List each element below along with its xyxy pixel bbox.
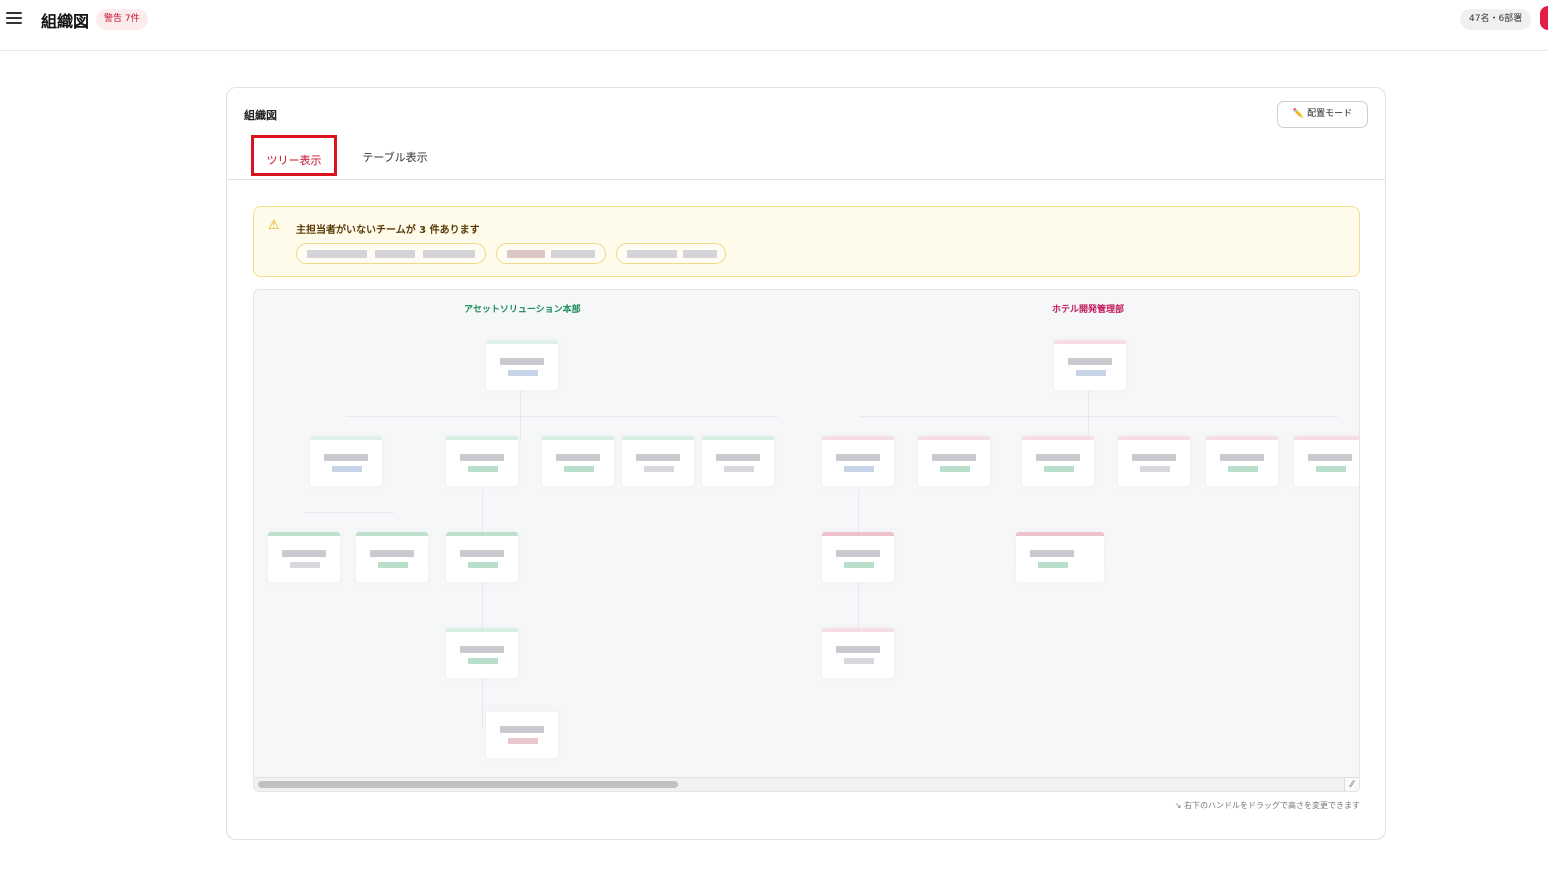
resize-hint: ↘ 右下のハンドルをドラッグで高さを変更できます: [1174, 801, 1360, 810]
org-node[interactable]: [446, 436, 518, 486]
department-label: アセットソリューション本部: [464, 305, 581, 315]
org-chart-card: 組織図 ✏️ 配置モード ツリー表示 テーブル表示 ⚠ 主担当者がいないチームが …: [226, 87, 1386, 840]
team-chip[interactable]: [616, 243, 726, 264]
org-node[interactable]: [356, 532, 428, 582]
connector-line: [1088, 390, 1089, 440]
connector-line: [304, 512, 394, 513]
org-node[interactable]: [822, 628, 894, 678]
team-chip[interactable]: [496, 243, 606, 264]
scrollbar-thumb[interactable]: [258, 781, 678, 788]
org-node-root[interactable]: [1054, 340, 1126, 390]
org-node[interactable]: [268, 532, 340, 582]
org-node[interactable]: [486, 708, 558, 758]
pencil-icon: ✏️: [1292, 109, 1305, 119]
org-node[interactable]: [822, 436, 894, 486]
missing-lead-alert: ⚠ 主担当者がいないチームが 3 件あります: [253, 206, 1360, 277]
resize-handle-icon[interactable]: ⁄⁄: [1344, 777, 1359, 791]
org-node[interactable]: [1118, 436, 1190, 486]
view-tabs: ツリー表示 テーブル表示: [227, 135, 1385, 180]
top-bar: 組織図 警告 7件 47名・6部署: [0, 0, 1548, 51]
org-tree-canvas[interactable]: アセットソリューション本部 ホテル開発管理部 ⁄⁄: [253, 289, 1360, 792]
org-node[interactable]: [446, 532, 518, 582]
alert-message: 主担当者がいないチームが 3 件あります: [296, 225, 480, 236]
page-title: 組織図: [41, 12, 90, 31]
department-label: ホテル開発管理部: [1052, 305, 1125, 315]
horizontal-scrollbar[interactable]: [254, 777, 1344, 791]
org-node[interactable]: [1206, 436, 1278, 486]
org-node[interactable]: [918, 436, 990, 486]
warning-count-badge[interactable]: 警告 7件: [96, 9, 148, 30]
connector-line: [346, 416, 778, 417]
connector-line: [482, 490, 483, 730]
hamburger-menu-icon[interactable]: [6, 12, 22, 26]
org-node[interactable]: [310, 436, 382, 486]
avatar[interactable]: [1540, 6, 1548, 30]
org-node[interactable]: [542, 436, 614, 486]
connector-line: [520, 390, 521, 440]
org-node[interactable]: [1016, 532, 1104, 582]
connector-line: [860, 416, 1338, 417]
member-department-count: 47名・6部署: [1460, 9, 1532, 30]
org-node[interactable]: [822, 532, 894, 582]
layout-mode-button[interactable]: ✏️ 配置モード: [1277, 101, 1368, 128]
org-node[interactable]: [1294, 436, 1359, 486]
org-node[interactable]: [622, 436, 694, 486]
card-title: 組織図: [244, 109, 277, 122]
org-node[interactable]: [1022, 436, 1094, 486]
tab-tree-view[interactable]: ツリー表示: [251, 135, 337, 176]
layout-mode-label: 配置モード: [1307, 109, 1353, 119]
warning-triangle-icon: ⚠: [268, 218, 280, 233]
org-node-root[interactable]: [486, 340, 558, 390]
org-node[interactable]: [702, 436, 774, 486]
team-chip[interactable]: [296, 243, 486, 264]
org-node[interactable]: [446, 628, 518, 678]
tab-table-view[interactable]: テーブル表示: [360, 135, 430, 176]
